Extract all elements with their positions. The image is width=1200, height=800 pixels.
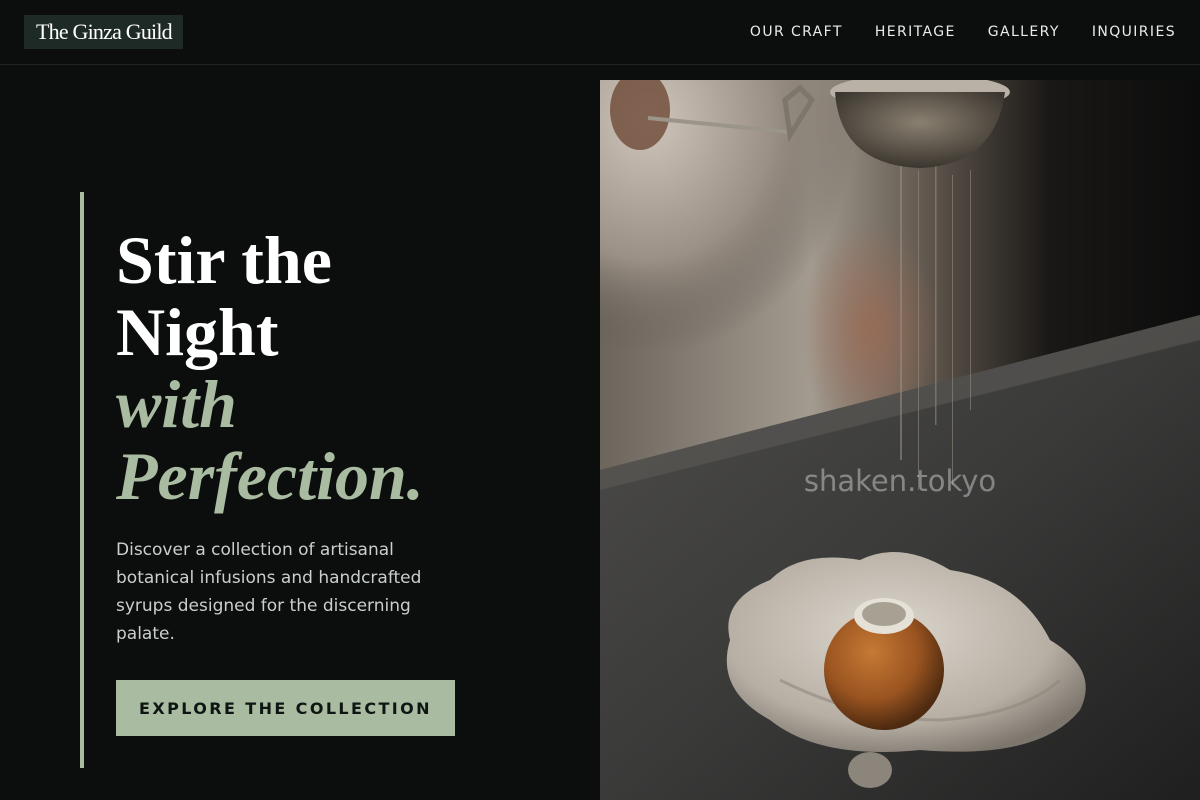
site-header: The Ginza Guild OUR CRAFT HERITAGE GALLE… xyxy=(0,0,1200,65)
nav-item-inquiries[interactable]: INQUIRIES xyxy=(1092,24,1176,40)
headline-italic-line-2: Perfection. xyxy=(116,438,424,514)
nav-item-heritage[interactable]: HERITAGE xyxy=(875,24,956,40)
headline-italic-line-1: with xyxy=(116,366,237,442)
headline-line-2: Night xyxy=(116,294,279,370)
nav-item-our-craft[interactable]: OUR CRAFT xyxy=(750,24,843,40)
image-watermark: shaken.tokyo xyxy=(803,464,997,498)
hero-description: Discover a collection of artisanal botan… xyxy=(116,540,422,644)
brand-logo[interactable]: The Ginza Guild xyxy=(24,15,183,49)
hero-headline: Stir the Night with Perfection. xyxy=(116,224,556,512)
explore-collection-button[interactable]: EXPLORE THE COLLECTION xyxy=(116,680,455,736)
nav-item-gallery[interactable]: GALLERY xyxy=(988,24,1060,40)
hero-image-illustration xyxy=(600,80,1200,800)
hero-accent-bar xyxy=(80,192,84,768)
main-nav: OUR CRAFT HERITAGE GALLERY INQUIRIES xyxy=(750,0,1176,64)
hero-image: shaken.tokyo xyxy=(600,80,1200,800)
headline-line-1: Stir the xyxy=(116,222,332,298)
